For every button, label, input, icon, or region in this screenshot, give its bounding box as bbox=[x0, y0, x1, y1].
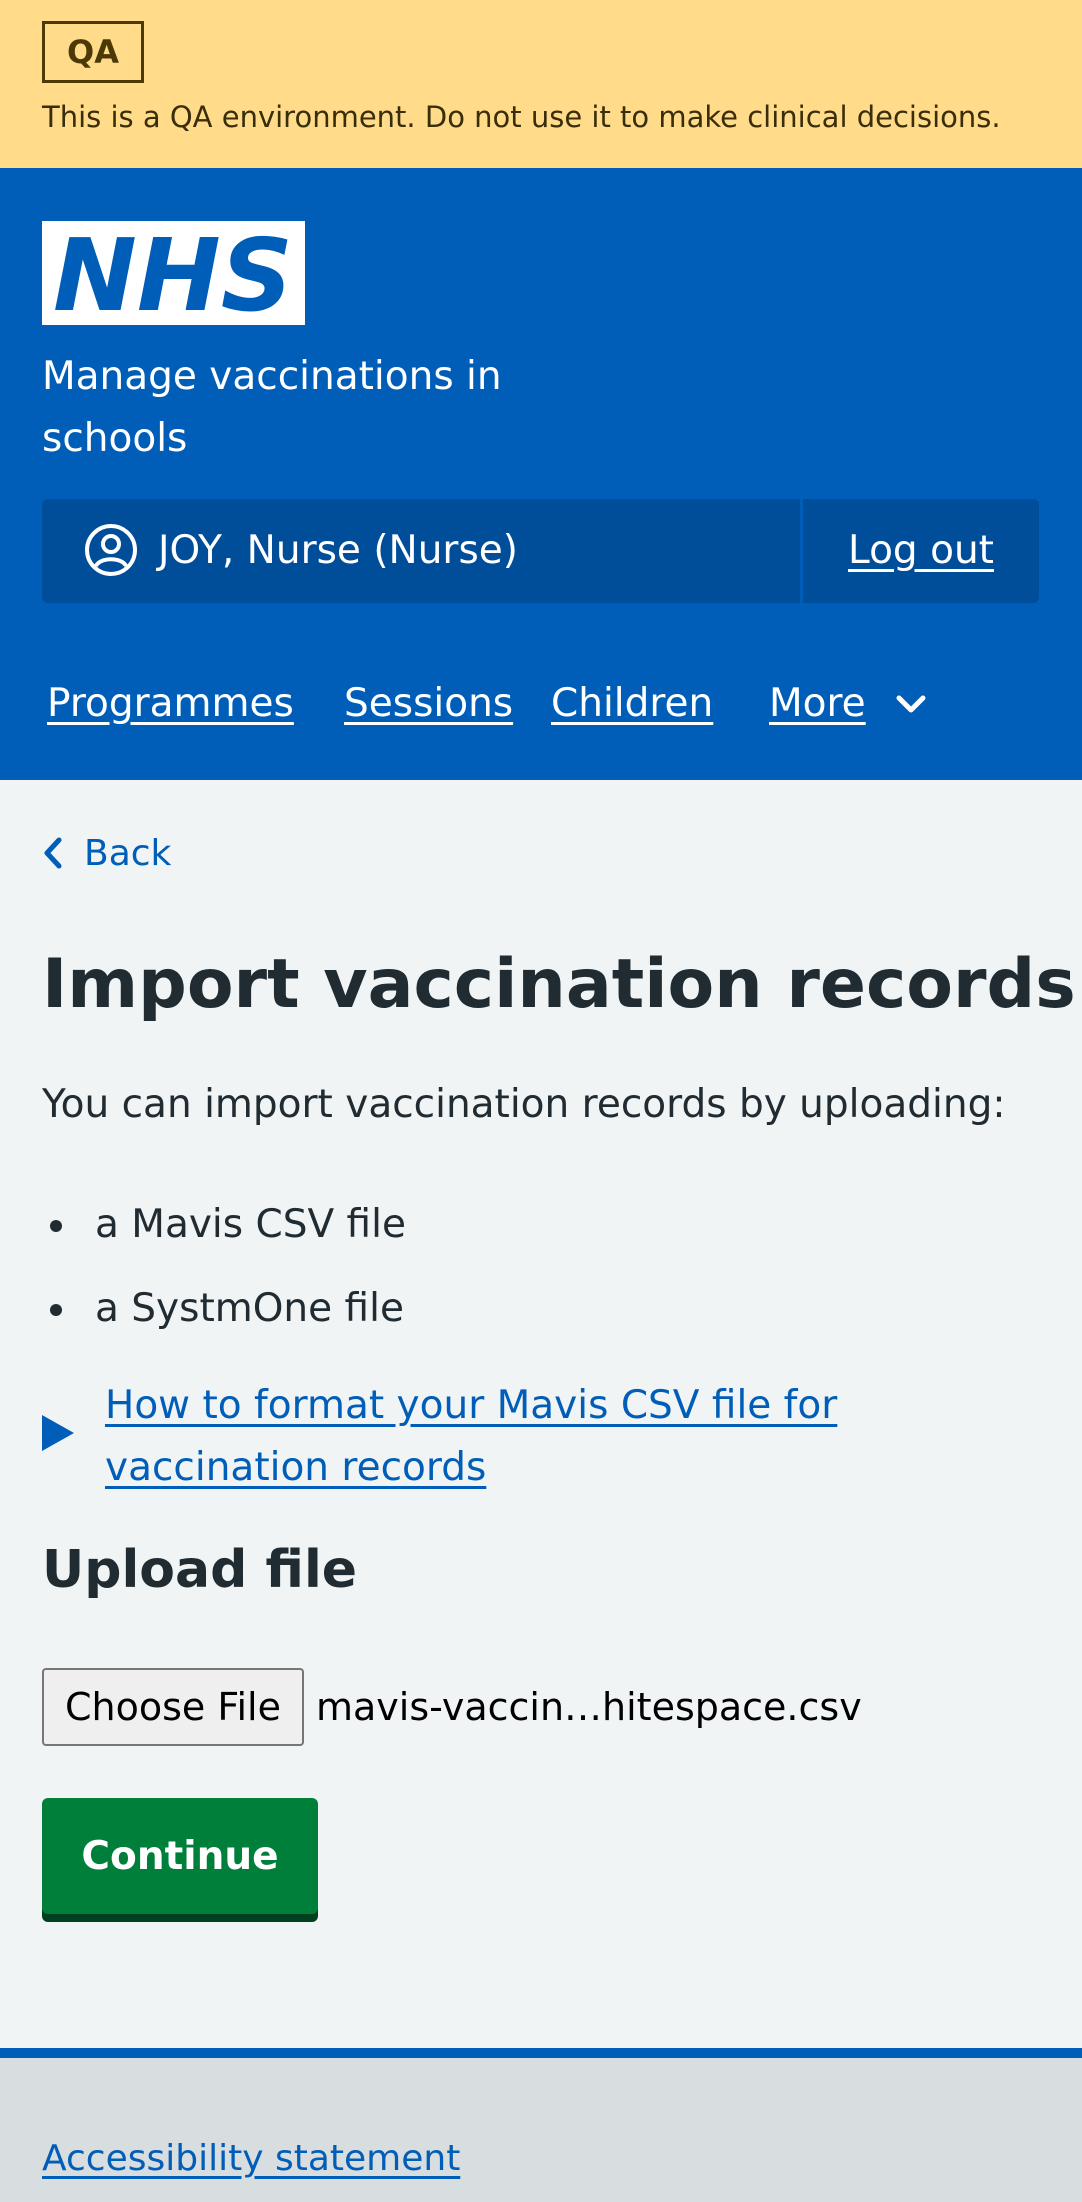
qa-environment-banner: QA This is a QA environment. Do not use … bbox=[0, 0, 1082, 168]
nav-link-children[interactable]: Children bbox=[551, 662, 713, 746]
account-user-name: JOY, Nurse (Nurse) bbox=[158, 528, 518, 573]
chevron-down-icon[interactable] bbox=[893, 686, 929, 722]
service-name[interactable]: Manage vaccinations in schools bbox=[42, 346, 602, 470]
chevron-left-icon bbox=[44, 837, 62, 869]
details-summary-text[interactable]: How to format your Mavis CSV file for va… bbox=[105, 1375, 965, 1499]
back-link-label: Back bbox=[84, 832, 172, 874]
nhs-logo-icon: NHS bbox=[42, 221, 305, 325]
choose-file-button[interactable]: Choose File bbox=[42, 1668, 304, 1746]
accessibility-statement-link[interactable]: Accessibility statement bbox=[42, 2138, 460, 2179]
file-type-list: a Mavis CSV file a SystmOne file bbox=[42, 1183, 406, 1351]
nav-link-sessions[interactable]: Sessions bbox=[344, 662, 513, 746]
list-item: a SystmOne file bbox=[42, 1267, 406, 1351]
nhs-logo[interactable]: NHS bbox=[42, 221, 305, 325]
nav-link-programmes[interactable]: Programmes bbox=[47, 662, 294, 746]
qa-tag: QA bbox=[42, 21, 144, 83]
list-item: a Mavis CSV file bbox=[42, 1183, 406, 1267]
site-footer: Accessibility statement bbox=[0, 2048, 1082, 2202]
page-title: Import vaccination records bbox=[42, 945, 1076, 1024]
qa-warning-text: This is a QA environment. Do not use it … bbox=[42, 100, 1001, 134]
nav-more-button[interactable]: More bbox=[769, 662, 866, 746]
intro-text: You can import vaccination records by up… bbox=[42, 1082, 1006, 1127]
primary-navigation: Programmes Sessions Children More bbox=[0, 662, 1082, 746]
logout-link[interactable]: Log out bbox=[803, 499, 1039, 603]
nhs-logo-text: NHS bbox=[53, 221, 293, 325]
continue-button[interactable]: Continue bbox=[42, 1798, 318, 1914]
site-header: NHS Manage vaccinations in schools JOY, … bbox=[0, 168, 1082, 780]
user-circle-icon bbox=[85, 524, 137, 576]
triangle-right-icon bbox=[42, 1415, 74, 1451]
selected-file-name: mavis-vaccin…hitespace.csv bbox=[316, 1685, 862, 1729]
account-user: JOY, Nurse (Nurse) bbox=[42, 499, 800, 603]
account-bar: JOY, Nurse (Nurse) Log out bbox=[42, 499, 1039, 603]
back-link[interactable]: Back bbox=[42, 828, 171, 878]
upload-file-heading: Upload file bbox=[42, 1540, 358, 1600]
file-upload-input[interactable]: Choose File mavis-vaccin…hitespace.csv bbox=[42, 1668, 862, 1746]
